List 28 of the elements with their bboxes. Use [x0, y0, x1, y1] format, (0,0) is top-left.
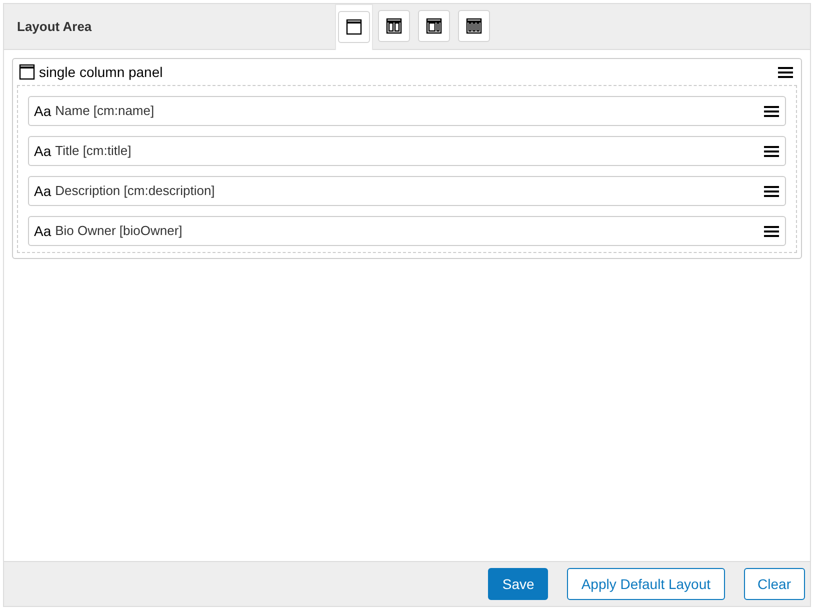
section-title: Layout Area [17, 18, 92, 36]
menu-icon[interactable] [764, 106, 779, 116]
text-type-label: Aa [34, 182, 52, 200]
layout-icon [426, 18, 442, 34]
field-label: Description [cm:description] [55, 182, 215, 200]
layout-icon [466, 18, 482, 34]
layout-option[interactable] [335, 4, 373, 50]
menu-icon[interactable] [764, 186, 779, 196]
field-label: Title [cm:title] [55, 142, 132, 160]
action-button[interactable]: Apply Default Layout [567, 568, 725, 600]
layout-icon [386, 18, 402, 34]
menu-icon[interactable] [764, 146, 779, 156]
menu-icon[interactable] [764, 226, 779, 236]
field-row[interactable]: Aa Description [cm:description] [28, 176, 786, 206]
field-row[interactable]: Aa Bio Owner [bioOwner] [28, 216, 786, 246]
field-row[interactable]: Aa Title [cm:title] [28, 136, 786, 166]
action-button[interactable]: Clear [744, 568, 805, 600]
panel-title: single column panel [39, 62, 163, 82]
text-type-label: Aa [34, 222, 52, 240]
layout-icon [346, 19, 362, 35]
panel-layout-icon [19, 64, 35, 80]
field-row[interactable]: Aa Name [cm:name] [28, 96, 786, 126]
action-button[interactable]: Save [488, 568, 548, 600]
text-type-label: Aa [34, 102, 52, 120]
field-label: Bio Owner [bioOwner] [55, 222, 182, 240]
menu-icon[interactable] [778, 66, 793, 78]
field-label: Name [cm:name] [55, 102, 154, 120]
text-type-label: Aa [34, 142, 52, 160]
